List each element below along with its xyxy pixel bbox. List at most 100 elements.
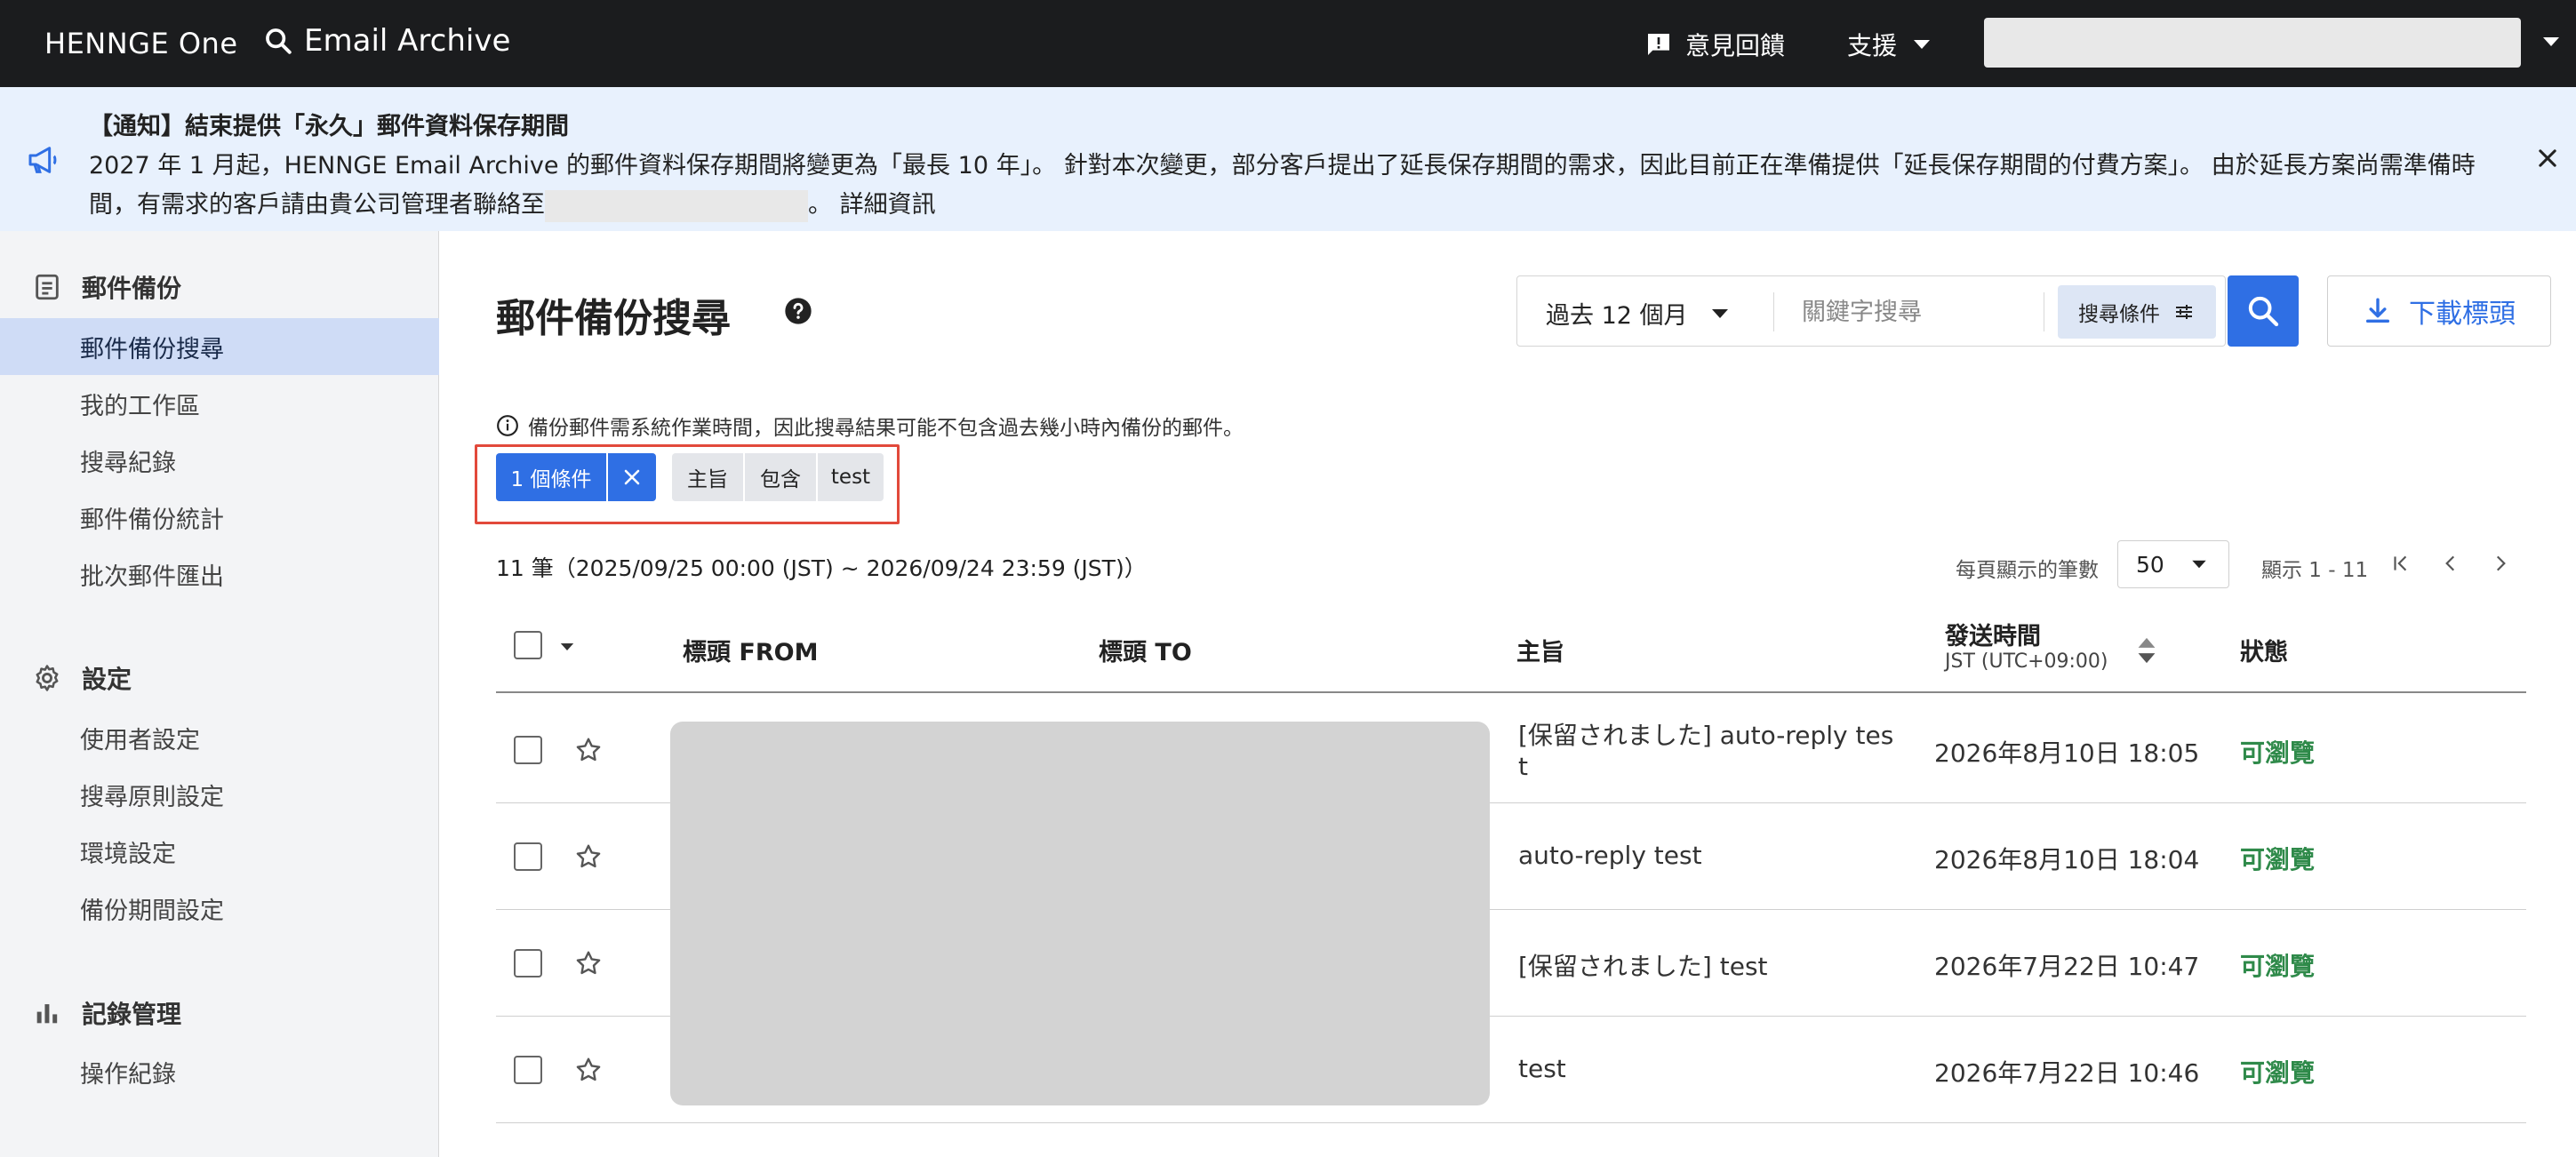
filter-field-chip[interactable]: 主旨 [672, 453, 743, 501]
caret-down-icon[interactable] [560, 642, 574, 652]
column-header-to[interactable]: 標頭 TO [1099, 633, 1192, 667]
row-subject: [保留されました] auto-reply tes [1518, 721, 1894, 750]
search-conditions-label: 搜尋條件 [2078, 303, 2160, 326]
sidebar-section-title: 郵件備份 [82, 274, 182, 303]
notice-text-end: 。 [808, 191, 832, 219]
per-page-label: 每頁顯示的筆數 [1956, 559, 2099, 582]
help-icon[interactable] [784, 297, 812, 325]
select-all-checkbox[interactable] [514, 631, 542, 659]
user-account-redacted[interactable] [1984, 18, 2521, 68]
app-name: Email Archive [304, 23, 511, 59]
star-icon[interactable] [574, 736, 603, 764]
redacted-addresses [670, 722, 1490, 1105]
row-checkbox[interactable] [514, 1056, 542, 1084]
period-value: 過去 12 個月 [1546, 302, 1688, 330]
result-range: 11 筆（2025/09/25 00:00 (JST) ~ 2026/09/24… [496, 555, 1147, 581]
page-title: 郵件備份搜尋 [496, 296, 731, 341]
row-sent-time: 2026年8月10日 18:04 [1934, 845, 2200, 874]
henngeone-logo[interactable]: HENNGE One [44, 27, 238, 60]
caret-down-icon[interactable] [2542, 36, 2560, 48]
column-header-from[interactable]: 標頭 FROM [683, 633, 818, 667]
sidebar-section-logs: 記錄管理 [32, 995, 181, 1031]
per-page-select[interactable]: 50 [2117, 540, 2229, 588]
prev-page-icon[interactable] [2439, 551, 2462, 576]
app-switcher[interactable]: Email Archive [263, 23, 510, 59]
caret-down-icon [1914, 40, 1931, 49]
document-list-icon [36, 274, 59, 300]
column-header-sent[interactable]: 發送時間 [1945, 617, 2041, 651]
sidebar-item-environment[interactable]: 環境設定 [0, 823, 439, 880]
row-subject: auto-reply test [1518, 841, 1702, 870]
gear-icon [36, 665, 59, 691]
feedback-icon [1648, 34, 1669, 55]
feedback-button[interactable]: 意見回饋 [1644, 27, 1785, 62]
info-notice: 備份郵件需系統作業時間，因此搜尋結果可能不包含過去幾小時內備份的郵件。 [496, 411, 1244, 441]
info-text: 備份郵件需系統作業時間，因此搜尋結果可能不包含過去幾小時內備份的郵件。 [528, 417, 1244, 440]
per-page-value: 50 [2136, 551, 2164, 578]
search-button[interactable] [2228, 275, 2299, 347]
sidebar-item-user-settings[interactable]: 使用者設定 [0, 709, 439, 766]
row-status: 可瀏覽 [2240, 1058, 2316, 1088]
search-icon [266, 28, 292, 54]
sidebar-item-backup-stats[interactable]: 郵件備份統計 [0, 489, 439, 546]
search-conditions-button[interactable]: 搜尋條件 [2058, 285, 2216, 339]
period-select[interactable]: 過去 12 個月 [1546, 296, 1729, 331]
close-icon[interactable] [2535, 146, 2560, 171]
condition-count-chip[interactable]: 1 個條件 [496, 453, 606, 501]
row-status: 可瀏覽 [2240, 845, 2316, 874]
next-page-icon[interactable] [2489, 551, 2512, 576]
info-icon [497, 415, 518, 436]
top-bar: HENNGE One Email Archive 意見回饋 支援 [0, 0, 2576, 87]
clear-conditions-button[interactable] [608, 453, 656, 501]
row-checkbox[interactable] [514, 949, 542, 977]
row-status: 可瀏覽 [2240, 738, 2316, 768]
first-page-icon[interactable] [2389, 551, 2412, 576]
star-icon[interactable] [574, 842, 603, 871]
megaphone-icon [28, 147, 57, 173]
sidebar-item-backup-search[interactable]: 郵件備份搜尋 [0, 318, 439, 375]
column-header-sent-tz: JST (UTC+09:00) [1945, 650, 2108, 673]
bar-chart-icon [36, 1004, 58, 1024]
column-header-status[interactable]: 狀態 [2240, 633, 2288, 667]
row-checkbox[interactable] [514, 842, 542, 871]
row-subject: [保留されました] test [1518, 952, 1768, 981]
download-headers-button[interactable]: 下載標頭 [2327, 275, 2551, 347]
keyword-search-input[interactable] [1802, 291, 2024, 333]
filter-sliders-icon [2176, 305, 2192, 319]
showing-range: 顯示 1 - 11 [2261, 559, 2369, 582]
sort-icon[interactable] [2137, 636, 2156, 665]
sidebar-item-batch-export[interactable]: 批次郵件匯出 [0, 546, 439, 602]
row-sent-time: 2026年8月10日 18:05 [1934, 738, 2200, 768]
support-menu[interactable]: 支援 [1847, 27, 1931, 62]
column-header-subject[interactable]: 主旨 [1516, 633, 1564, 667]
notice-body: 2027 年 1 月起，HENNGE Email Archive 的郵件資料保存… [89, 147, 2507, 225]
sidebar-section-backup: 郵件備份 [32, 269, 181, 305]
download-icon [2365, 298, 2390, 323]
sidebar-item-my-workspace[interactable]: 我的工作區 [0, 375, 439, 432]
caret-down-icon [2192, 560, 2206, 569]
row-subject-wrap: t [1518, 752, 1528, 781]
sidebar-item-search-history[interactable]: 搜尋紀錄 [0, 432, 439, 489]
search-bar: 過去 12 個月 搜尋條件 [1516, 275, 2226, 347]
filter-value-chip[interactable]: test [818, 453, 884, 501]
sidebar-section-title: 設定 [82, 665, 132, 694]
star-icon[interactable] [574, 1056, 603, 1084]
sidebar-item-retention[interactable]: 備份期間設定 [0, 880, 439, 937]
caret-down-icon [1711, 308, 1728, 318]
table-header: 標頭 FROM 標頭 TO 主旨 發送時間 JST (UTC+09:00) 狀態 [496, 613, 2526, 693]
support-label: 支援 [1847, 31, 1898, 60]
sidebar-section-title: 記錄管理 [82, 1000, 182, 1029]
search-icon [2248, 296, 2279, 327]
sidebar-section-settings: 設定 [32, 660, 132, 696]
download-headers-label: 下載標頭 [2409, 299, 2516, 330]
divider [1773, 292, 1774, 331]
notice-detail-link[interactable]: 詳細資訊 [840, 191, 936, 219]
notice-title: 【通知】結束提供「永久」郵件資料保存期間 [89, 113, 569, 140]
star-icon[interactable] [574, 949, 603, 977]
sidebar-item-operation-log[interactable]: 操作紀錄 [0, 1043, 439, 1100]
close-icon [624, 469, 640, 485]
row-checkbox[interactable] [514, 736, 542, 764]
filter-operator-chip[interactable]: 包含 [745, 453, 816, 501]
sidebar-item-search-policy[interactable]: 搜尋原則設定 [0, 766, 439, 823]
row-subject: test [1518, 1054, 1566, 1083]
